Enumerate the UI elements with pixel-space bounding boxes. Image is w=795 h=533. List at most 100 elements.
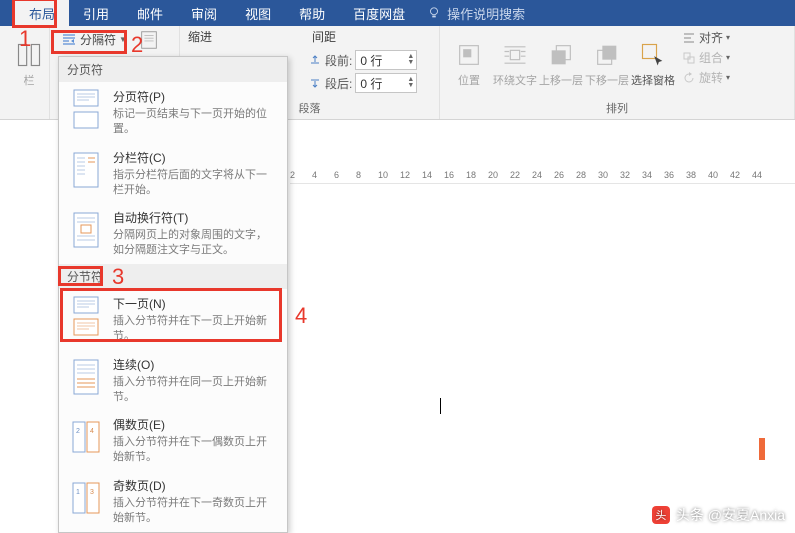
indent-heading: 缩进 <box>186 28 212 45</box>
menu-item-title: 偶数页(E) <box>113 416 277 433</box>
tab-help[interactable]: 帮助 <box>285 0 339 26</box>
menu-item-desc: 插入分节符并在下一页上开始新节。 <box>113 314 277 344</box>
annotation-number-1: 1 <box>19 26 31 52</box>
ruler-tick: 6 <box>334 170 339 180</box>
menu-item-continuous[interactable]: 连续(O) 插入分节符并在同一页上开始新节。 <box>59 350 287 411</box>
page-edge-marker <box>759 438 765 460</box>
spacing-after-input[interactable]: 0 行 ▲▼ <box>355 73 417 93</box>
menu-item-desc: 插入分节符并在下一偶数页上开始新节。 <box>113 435 277 465</box>
menu-item-page-break[interactable]: 分页符(P) 标记一页结束与下一页开始的位置。 <box>59 82 287 143</box>
menu-item-desc: 标记一页结束与下一页开始的位置。 <box>113 107 277 137</box>
ruler-tick: 22 <box>510 170 520 180</box>
tab-baidu[interactable]: 百度网盘 <box>339 0 419 26</box>
chevron-down-icon: ▼ <box>119 35 127 44</box>
text-wrap-break-icon <box>69 209 103 251</box>
group-label-arrange: 排列 <box>440 100 794 116</box>
bring-forward-button[interactable]: 上移一层 <box>538 28 584 100</box>
ruler-tick: 34 <box>642 170 652 180</box>
spacing-before-input[interactable]: 0 行 ▲▼ <box>355 50 417 70</box>
ruler-tick: 18 <box>466 170 476 180</box>
ruler-tick: 32 <box>620 170 630 180</box>
wrap-label: 环绕文字 <box>493 72 537 88</box>
text-cursor <box>440 398 441 414</box>
forward-label: 上移一层 <box>539 72 583 88</box>
spinner-arrows-icon[interactable]: ▲▼ <box>407 77 414 89</box>
menu-item-desc: 指示分栏符后面的文字将从下一栏开始。 <box>113 168 277 198</box>
tab-references[interactable]: 引用 <box>69 0 123 26</box>
menu-item-even-page[interactable]: 24 偶数页(E) 插入分节符并在下一偶数页上开始新节。 <box>59 410 287 471</box>
group-button[interactable]: 组合▾ <box>680 48 732 67</box>
selection-pane-button[interactable]: 选择窗格 <box>630 28 676 100</box>
align-label: 对齐 <box>699 29 723 46</box>
svg-text:1: 1 <box>76 489 80 496</box>
even-page-icon: 24 <box>69 416 103 458</box>
menu-heading-page-breaks: 分页符 <box>59 57 287 82</box>
spacing-after-icon <box>308 76 322 90</box>
position-button[interactable]: 位置 <box>446 28 492 100</box>
rotate-button[interactable]: 旋转▾ <box>680 68 732 87</box>
tab-mail[interactable]: 邮件 <box>123 0 177 26</box>
spinner-arrows-icon[interactable]: ▲▼ <box>407 54 414 66</box>
group-label: 组合 <box>699 49 723 66</box>
column-break-icon <box>69 149 103 191</box>
breaks-dropdown-menu: 分页符 分页符(P) 标记一页结束与下一页开始的位置。 分栏符(C) 指示分栏符… <box>58 56 288 533</box>
menu-item-title: 自动换行符(T) <box>113 209 277 226</box>
spacing-before-value: 0 行 <box>360 52 382 69</box>
wrap-text-button[interactable]: 环绕文字 <box>492 28 538 100</box>
menu-item-column-break[interactable]: 分栏符(C) 指示分栏符后面的文字将从下一栏开始。 <box>59 143 287 204</box>
group-icon <box>682 51 696 65</box>
ruler-tick: 20 <box>488 170 498 180</box>
watermark: 头 头条 @安夏Anxia <box>652 505 785 525</box>
rotate-icon <box>682 71 696 85</box>
menu-item-odd-page[interactable]: 13 奇数页(D) 插入分节符并在下一奇数页上开始新节。 <box>59 471 287 532</box>
ribbon-tabbar: 布局 引用 邮件 审阅 视图 帮助 百度网盘 操作说明搜索 <box>0 0 795 26</box>
svg-text:3: 3 <box>90 489 94 496</box>
forward-icon <box>547 41 575 69</box>
menu-item-next-page[interactable]: 下一页(N) 插入分节符并在下一页上开始新节。 <box>59 289 287 350</box>
odd-page-icon: 13 <box>69 477 103 519</box>
svg-text:2: 2 <box>76 428 80 435</box>
ruler-tick: 30 <box>598 170 608 180</box>
spacing-after-label: 段后: <box>325 75 352 92</box>
breaks-dropdown-button[interactable]: 分隔符 ▼ <box>56 28 132 51</box>
menu-item-title: 连续(O) <box>113 356 277 373</box>
align-button[interactable]: 对齐▾ <box>680 28 732 47</box>
ruler-tick: 44 <box>752 170 762 180</box>
menu-item-title: 奇数页(D) <box>113 477 277 494</box>
ruler-tick: 42 <box>730 170 740 180</box>
menu-item-title: 下一页(N) <box>113 295 277 312</box>
position-icon <box>455 41 483 69</box>
spacing-before-label: 段前: <box>325 52 352 69</box>
lightbulb-icon <box>427 6 441 20</box>
ruler-tick: 2 <box>290 170 295 180</box>
ruler-tick: 28 <box>576 170 586 180</box>
next-page-icon <box>69 295 103 337</box>
watermark-badge-icon: 头 <box>652 506 670 524</box>
spacing-after-value: 0 行 <box>360 75 382 92</box>
ruler-tick: 8 <box>356 170 361 180</box>
ruler-tick: 36 <box>664 170 674 180</box>
tell-me-search[interactable]: 操作说明搜索 <box>427 0 525 26</box>
tab-layout[interactable]: 布局 <box>15 0 69 26</box>
menu-heading-section-breaks: 分节符 <box>59 264 287 289</box>
ruler-tick: 4 <box>312 170 317 180</box>
svg-text:4: 4 <box>90 428 94 435</box>
annotation-number-2: 2 <box>131 32 143 58</box>
menu-item-title: 分页符(P) <box>113 88 277 105</box>
breaks-label: 分隔符 <box>80 31 116 48</box>
ruler-tick: 14 <box>422 170 432 180</box>
menu-item-desc: 分隔网页上的对象周围的文字，如分隔题注文字与正文。 <box>113 228 277 258</box>
ruler-tick: 16 <box>444 170 454 180</box>
tell-me-label: 操作说明搜索 <box>447 4 525 23</box>
tab-view[interactable]: 视图 <box>231 0 285 26</box>
horizontal-ruler[interactable]: 2468101214161820222426283032343638404244 <box>290 166 795 184</box>
menu-item-text-wrapping-break[interactable]: 自动换行符(T) 分隔网页上的对象周围的文字，如分隔题注文字与正文。 <box>59 203 287 264</box>
annotation-number-3: 3 <box>112 264 124 290</box>
breaks-icon <box>61 33 77 47</box>
continuous-icon <box>69 356 103 398</box>
menu-item-desc: 插入分节符并在同一页上开始新节。 <box>113 375 277 405</box>
tab-review[interactable]: 审阅 <box>177 0 231 26</box>
send-backward-button[interactable]: 下移一层 <box>584 28 630 100</box>
spacing-before-icon <box>308 53 322 67</box>
watermark-text: 头条 @安夏Anxia <box>676 505 785 525</box>
